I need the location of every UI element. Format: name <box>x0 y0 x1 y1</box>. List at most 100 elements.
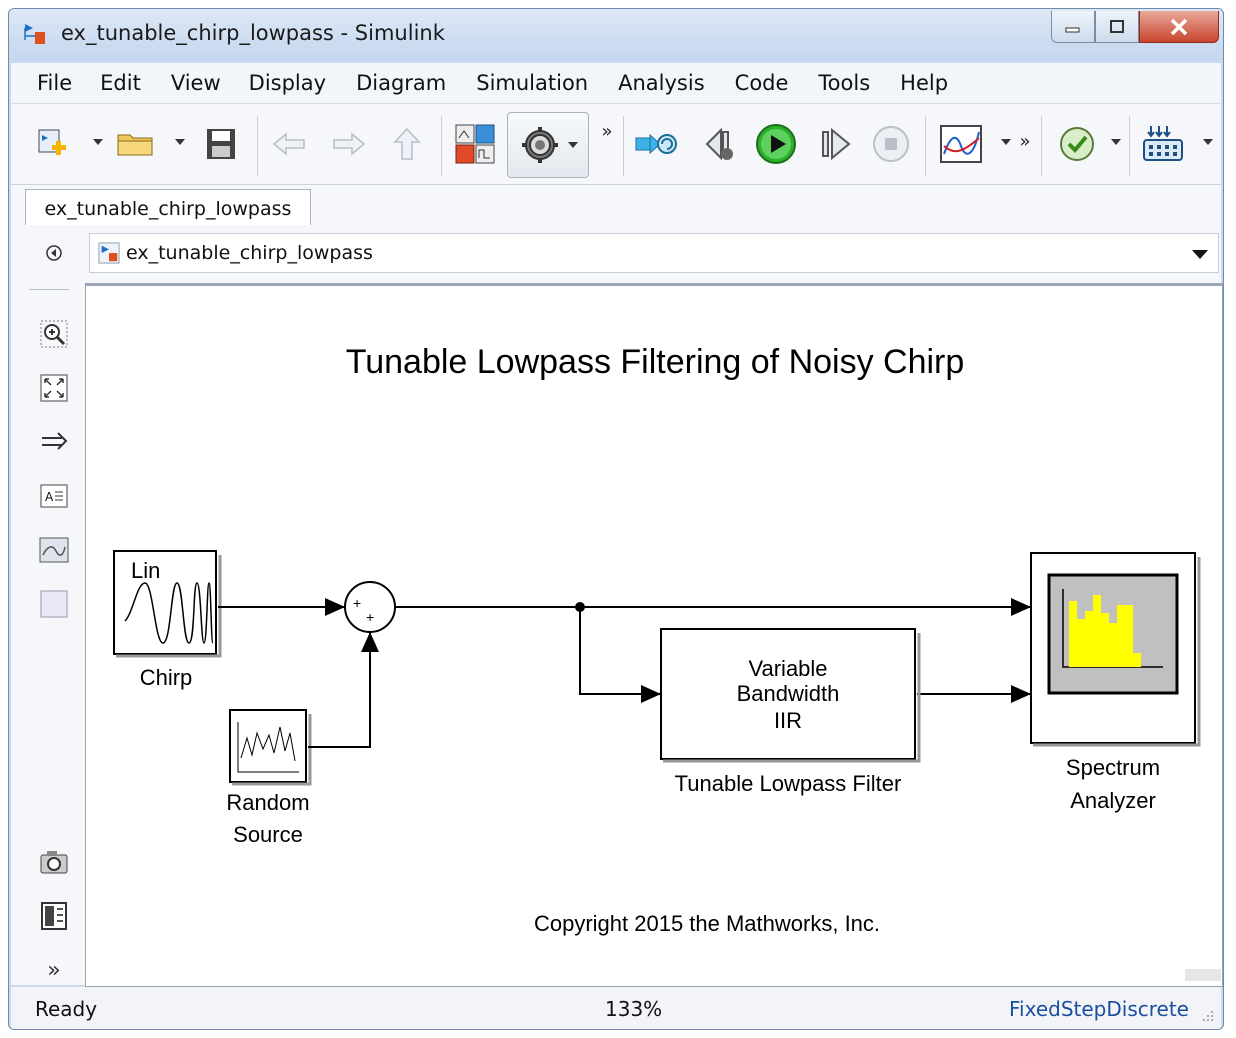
save-icon <box>207 129 235 159</box>
open-button[interactable] <box>113 124 159 164</box>
title-bar: ex_tunable_chirp_lowpass - Simulink <box>9 9 1223 61</box>
annotation-icon: A <box>40 484 68 508</box>
menu-help[interactable]: Help <box>900 71 948 95</box>
address-path: ex_tunable_chirp_lowpass <box>126 242 373 264</box>
fast-restart-icon <box>635 133 677 155</box>
model-canvas[interactable]: Tunable Lowpass Filtering of Noisy Chirp… <box>85 283 1223 987</box>
model-config-button[interactable] <box>507 112 589 178</box>
explorer-bar: ex_tunable_chirp_lowpass <box>11 225 1221 283</box>
menu-tools[interactable]: Tools <box>818 71 870 95</box>
filter-text-line2: Bandwidth <box>737 681 840 706</box>
menu-display[interactable]: Display <box>249 71 326 95</box>
toolbar-separator <box>1041 116 1042 176</box>
random-source-block[interactable] <box>229 709 312 786</box>
back-button[interactable] <box>269 124 309 164</box>
toolbar-overflow-button-2[interactable]: » <box>1017 126 1033 156</box>
image-icon <box>39 537 69 563</box>
sum-block[interactable]: + + <box>344 581 396 633</box>
up-button[interactable] <box>387 124 427 164</box>
fast-restart-button[interactable] <box>633 124 679 164</box>
camera-icon <box>40 851 68 874</box>
forward-button[interactable] <box>329 124 369 164</box>
config-dropdown-arrow[interactable] <box>568 142 578 148</box>
toolbar-overflow-button[interactable]: » <box>599 116 615 146</box>
advisor-dropdown-arrow[interactable] <box>1111 139 1121 145</box>
signal-random-to-sum[interactable] <box>308 632 379 748</box>
address-dropdown-arrow[interactable] <box>1192 250 1208 259</box>
filter-text-line1: Variable <box>748 656 827 681</box>
stop-icon <box>873 126 909 162</box>
run-icon <box>756 124 796 164</box>
open-dropdown-arrow[interactable] <box>175 139 185 145</box>
menu-view[interactable]: View <box>171 71 221 95</box>
library-browser-icon <box>455 124 495 164</box>
zoom-level: 133% <box>605 997 663 1021</box>
image-button[interactable] <box>39 535 69 565</box>
menu-analysis[interactable]: Analysis <box>618 71 705 95</box>
area-icon <box>40 590 68 618</box>
step-forward-button[interactable] <box>815 124 855 164</box>
filter-label: Tunable Lowpass Filter <box>675 771 902 796</box>
menu-edit[interactable]: Edit <box>100 71 141 95</box>
spectrum-analyzer-block[interactable] <box>1030 552 1201 747</box>
arrange-button[interactable] <box>39 427 69 457</box>
arrow-shortcut-icon <box>42 432 68 450</box>
diagram-title: Tunable Lowpass Filtering of Noisy Chirp <box>346 343 965 381</box>
run-button[interactable] <box>753 124 799 164</box>
menu-code[interactable]: Code <box>735 71 789 95</box>
palette-more-button[interactable]: » <box>39 955 69 985</box>
close-button[interactable] <box>1139 11 1219 43</box>
copyright-text: Copyright 2015 the Mathworks, Inc. <box>534 911 880 936</box>
chirp-label: Chirp <box>140 665 193 690</box>
fit-to-view-button[interactable] <box>39 373 69 403</box>
forward-arrow-icon <box>333 132 366 156</box>
up-arrow-icon <box>393 127 421 160</box>
toolbar-separator <box>257 116 258 176</box>
data-inspector-button[interactable] <box>937 124 985 164</box>
area-button[interactable] <box>39 589 69 619</box>
menu-bar: File Edit View Display Diagram Simulatio… <box>11 63 1221 104</box>
toolbar: » » <box>11 104 1221 185</box>
tunable-lowpass-filter-block[interactable]: Variable Bandwidth IIR <box>660 628 921 763</box>
snapshot-button[interactable] <box>39 847 69 877</box>
scroll-indicator[interactable] <box>1185 969 1221 981</box>
palette-separator <box>29 289 69 290</box>
close-icon <box>1170 18 1188 35</box>
back-arrow-icon <box>272 132 305 156</box>
simulink-window: ex_tunable_chirp_lowpass - Simulink File… <box>8 8 1224 1030</box>
resize-grip-icon[interactable] <box>1201 1009 1215 1023</box>
zoom-button[interactable] <box>39 319 69 349</box>
menu-diagram[interactable]: Diagram <box>356 71 446 95</box>
menu-file[interactable]: File <box>37 71 72 95</box>
random-source-label-line1: Random <box>226 790 309 815</box>
menu-simulation[interactable]: Simulation <box>476 71 588 95</box>
analyzer-label-line2: Analyzer <box>1070 788 1156 813</box>
build-button[interactable] <box>1139 124 1187 164</box>
save-button[interactable] <box>201 124 241 164</box>
new-dropdown-arrow[interactable] <box>93 139 103 145</box>
random-source-label-line2: Source <box>233 822 303 847</box>
maximize-button[interactable] <box>1095 11 1139 43</box>
model-browser-icon <box>41 902 67 930</box>
model-config-gear-icon <box>522 127 558 163</box>
tab-model[interactable]: ex_tunable_chirp_lowpass <box>25 189 311 227</box>
minimize-button[interactable] <box>1051 11 1095 43</box>
build-dropdown-arrow[interactable] <box>1203 139 1213 145</box>
solver-link[interactable]: FixedStepDiscrete <box>1009 997 1189 1021</box>
analyzer-label-line1: Spectrum <box>1066 755 1160 780</box>
new-model-button[interactable] <box>33 124 73 164</box>
stop-button[interactable] <box>871 124 911 164</box>
annotation-button[interactable]: A <box>39 481 69 511</box>
model-icon <box>98 242 120 264</box>
step-back-button[interactable] <box>701 124 741 164</box>
library-browser-button[interactable] <box>451 124 499 164</box>
block-diagram: Tunable Lowpass Filtering of Noisy Chirp… <box>113 343 1221 981</box>
model-browser-button[interactable] <box>39 901 69 931</box>
address-bar[interactable]: ex_tunable_chirp_lowpass <box>89 233 1219 273</box>
signal-to-filter[interactable] <box>579 607 661 703</box>
model-advisor-button[interactable] <box>1055 124 1099 164</box>
inspector-dropdown-arrow[interactable] <box>1001 139 1011 145</box>
hide-explorer-icon[interactable] <box>45 244 63 262</box>
chirp-block[interactable]: Lin <box>113 550 222 658</box>
data-inspector-icon <box>940 125 982 163</box>
